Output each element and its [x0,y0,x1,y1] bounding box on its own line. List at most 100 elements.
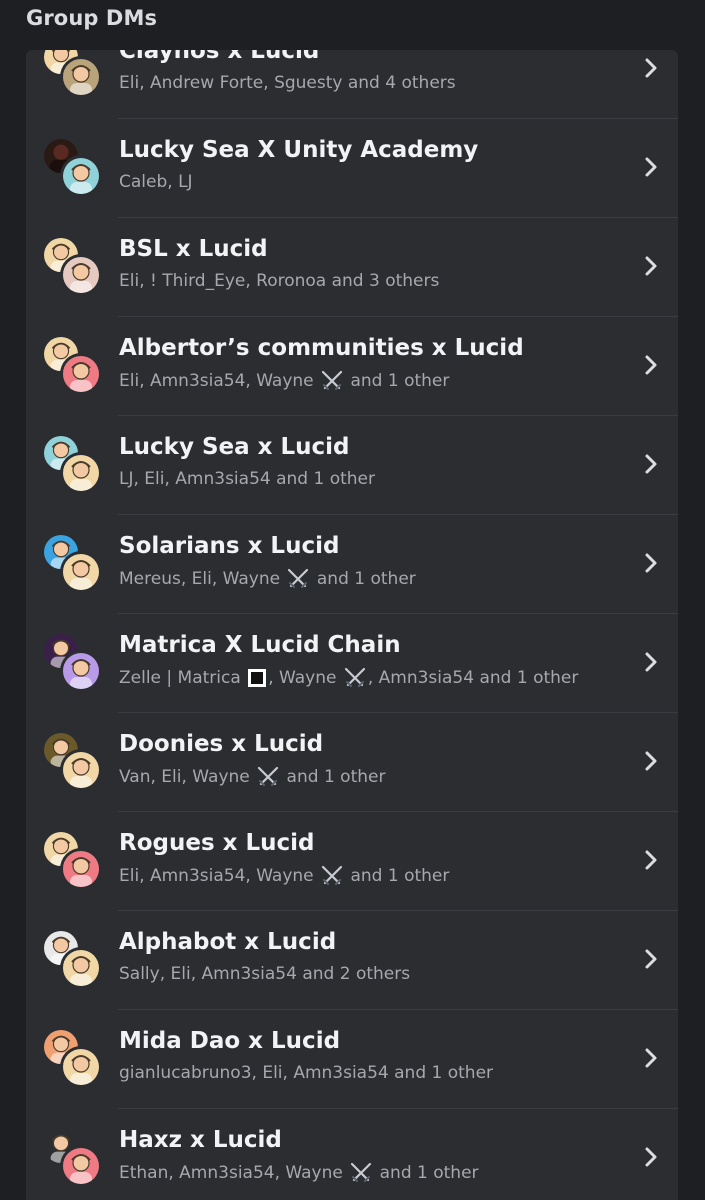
members-text: Caleb, LJ [119,172,193,192]
members-text: Sally, Eli, Amn3sia54 and 2 others [119,964,411,984]
group-dm-members: Eli, Andrew Forte, Sguesty and 4 others [119,73,456,93]
group-dm-members: Van, Eli, Wayne and 1 other [119,766,385,787]
group-dm-title: Haxz x Lucid [119,1127,282,1153]
purple-character-icon [63,653,99,689]
group-dms-screen: Group DMs Claynos x Lucid Eli, Andrew For… [0,0,705,1200]
group-dm-title: Solarians x Lucid [119,533,340,559]
chevron-right-icon[interactable] [644,849,658,871]
group-avatar-stack [44,931,100,987]
group-dm-row[interactable]: Lucky Sea X Unity Academy Caleb, LJ [26,119,678,218]
members-text: and 1 other [345,371,450,391]
black-square-icon [248,669,267,687]
group-avatar-stack [44,139,100,195]
group-dm-row[interactable]: Mida Dao x Lucid gianlucabruno3, Eli, Amn… [26,1010,678,1109]
group-dm-members: Sally, Eli, Amn3sia54 and 2 others [119,964,410,984]
members-text: and 1 other [281,767,386,787]
crossed-swords-icon [321,865,343,885]
group-avatar-stack [44,436,100,492]
group-dm-members: gianlucabruno3, Eli, Amn3sia54 and 1 oth… [119,1063,493,1083]
chevron-right-icon[interactable] [644,750,658,772]
members-text: Eli, Amn3sia54, Wayne [119,371,320,391]
group-dm-row[interactable]: Doonies x Lucid Van, Eli, Wayne and 1 oth… [26,713,678,812]
chevron-right-icon[interactable] [644,255,658,277]
group-dm-row[interactable]: Lucky Sea x Lucid LJ, Eli, Amn3sia54 and … [26,416,678,515]
members-text: Ethan, Amn3sia54, Wayne [119,1163,349,1183]
chevron-right-icon[interactable] [644,354,658,376]
group-dm-members: Zelle | Matrica , Wayne , Amn3sia54 and … [119,667,578,688]
group-avatar-stack [44,1129,100,1185]
group-dm-title: Rogues x Lucid [119,830,315,856]
group-dm-title: Doonies x Lucid [119,731,324,757]
group-dm-title: Albertor’s communities x Lucid [119,335,524,361]
pink-character-icon [63,1148,99,1184]
members-text: Zelle | Matrica [119,668,247,688]
pink-character-icon [63,851,99,887]
members-text: , Wayne [268,668,342,688]
group-dm-members: Eli, ! Third_Eye, Roronoa and 3 others [119,271,439,291]
group-dm-row[interactable]: Albertor’s communities x Lucid Eli, Amn3s… [26,317,678,416]
group-dm-members: Eli, Amn3sia54, Wayne and 1 other [119,370,449,391]
group-dm-members: LJ, Eli, Amn3sia54 and 1 other [119,469,375,489]
group-avatar-stack [44,832,100,888]
group-dm-title: Lucky Sea x Lucid [119,434,350,460]
members-text: Van, Eli, Wayne [119,767,256,787]
chevron-right-icon[interactable] [644,552,658,574]
members-text: Eli, ! Third_Eye, Roronoa and 3 others [119,271,440,291]
pink-character-icon [63,356,99,392]
crossed-swords-icon [350,1162,372,1182]
chevron-right-icon[interactable] [644,651,658,673]
members-text: and 1 other [374,1163,479,1183]
section-title: Group DMs [26,6,158,30]
person-sketch-icon [63,1049,99,1085]
members-text: and 1 other [311,569,416,589]
group-dm-title: Lucky Sea X Unity Academy [119,137,479,163]
group-dm-row[interactable]: Claynos x Lucid Eli, Andrew Forte, Sguest… [26,50,678,119]
group-avatar-stack [44,1030,100,1086]
chevron-right-icon[interactable] [644,453,658,475]
crossed-swords-icon [344,667,366,687]
group-dm-row[interactable]: Haxz x Lucid Ethan, Amn3sia54, Wayne and … [26,1109,678,1200]
group-avatar-stack [44,535,100,591]
chevron-right-icon[interactable] [644,948,658,970]
group-dm-members: Mereus, Eli, Wayne and 1 other [119,568,416,589]
chevron-right-icon[interactable] [644,1047,658,1069]
group-dm-row[interactable]: BSL x Lucid Eli, ! Third_Eye, Roronoa and… [26,218,678,317]
group-dm-title: Matrica X Lucid Chain [119,632,401,658]
group-dm-members: Eli, Amn3sia54, Wayne and 1 other [119,865,449,886]
bird-icon [63,59,99,95]
members-text: Eli, Andrew Forte, Sguesty and 4 others [119,73,456,93]
group-dm-title: BSL x Lucid [119,236,268,262]
group-dm-members: Ethan, Amn3sia54, Wayne and 1 other [119,1162,479,1183]
group-dm-title: Claynos x Lucid [119,50,320,64]
person-sketch-icon [63,455,99,491]
group-dm-members: Caleb, LJ [119,172,193,192]
chevron-right-icon[interactable] [644,156,658,178]
members-text: LJ, Eli, Amn3sia54 and 1 other [119,469,375,489]
group-avatar-stack [44,733,100,789]
members-text: gianlucabruno3, Eli, Amn3sia54 and 1 oth… [119,1063,494,1083]
group-dm-row[interactable]: Solarians x Lucid Mereus, Eli, Wayne and … [26,515,678,614]
group-avatar-stack [44,337,100,393]
warrior-icon [63,257,99,293]
members-text: Mereus, Eli, Wayne [119,569,286,589]
group-dm-row[interactable]: Alphabot x Lucid Sally, Eli, Amn3sia54 an… [26,911,678,1010]
members-text: , Amn3sia54 and 1 other [367,668,579,688]
members-text: Eli, Amn3sia54, Wayne [119,866,320,886]
group-dm-title: Alphabot x Lucid [119,929,337,955]
crossed-swords-icon [321,370,343,390]
person-sketch-icon [63,554,99,590]
group-dm-title: Mida Dao x Lucid [119,1028,341,1054]
group-dm-row[interactable]: Rogues x Lucid Eli, Amn3sia54, Wayne and … [26,812,678,911]
group-avatar-stack [44,634,100,690]
group-avatar-stack [44,50,100,96]
person-sketch-icon [63,752,99,788]
members-text: and 1 other [345,866,450,886]
parrot-icon [63,158,99,194]
person-sketch-icon [63,950,99,986]
group-avatar-stack [44,238,100,294]
group-dm-row[interactable]: Matrica X Lucid Chain Zelle | Matrica , W… [26,614,678,713]
group-dm-list: Claynos x Lucid Eli, Andrew Forte, Sguest… [26,50,678,1200]
chevron-right-icon[interactable] [644,57,658,79]
crossed-swords-icon [287,568,309,588]
chevron-right-icon[interactable] [644,1146,658,1168]
